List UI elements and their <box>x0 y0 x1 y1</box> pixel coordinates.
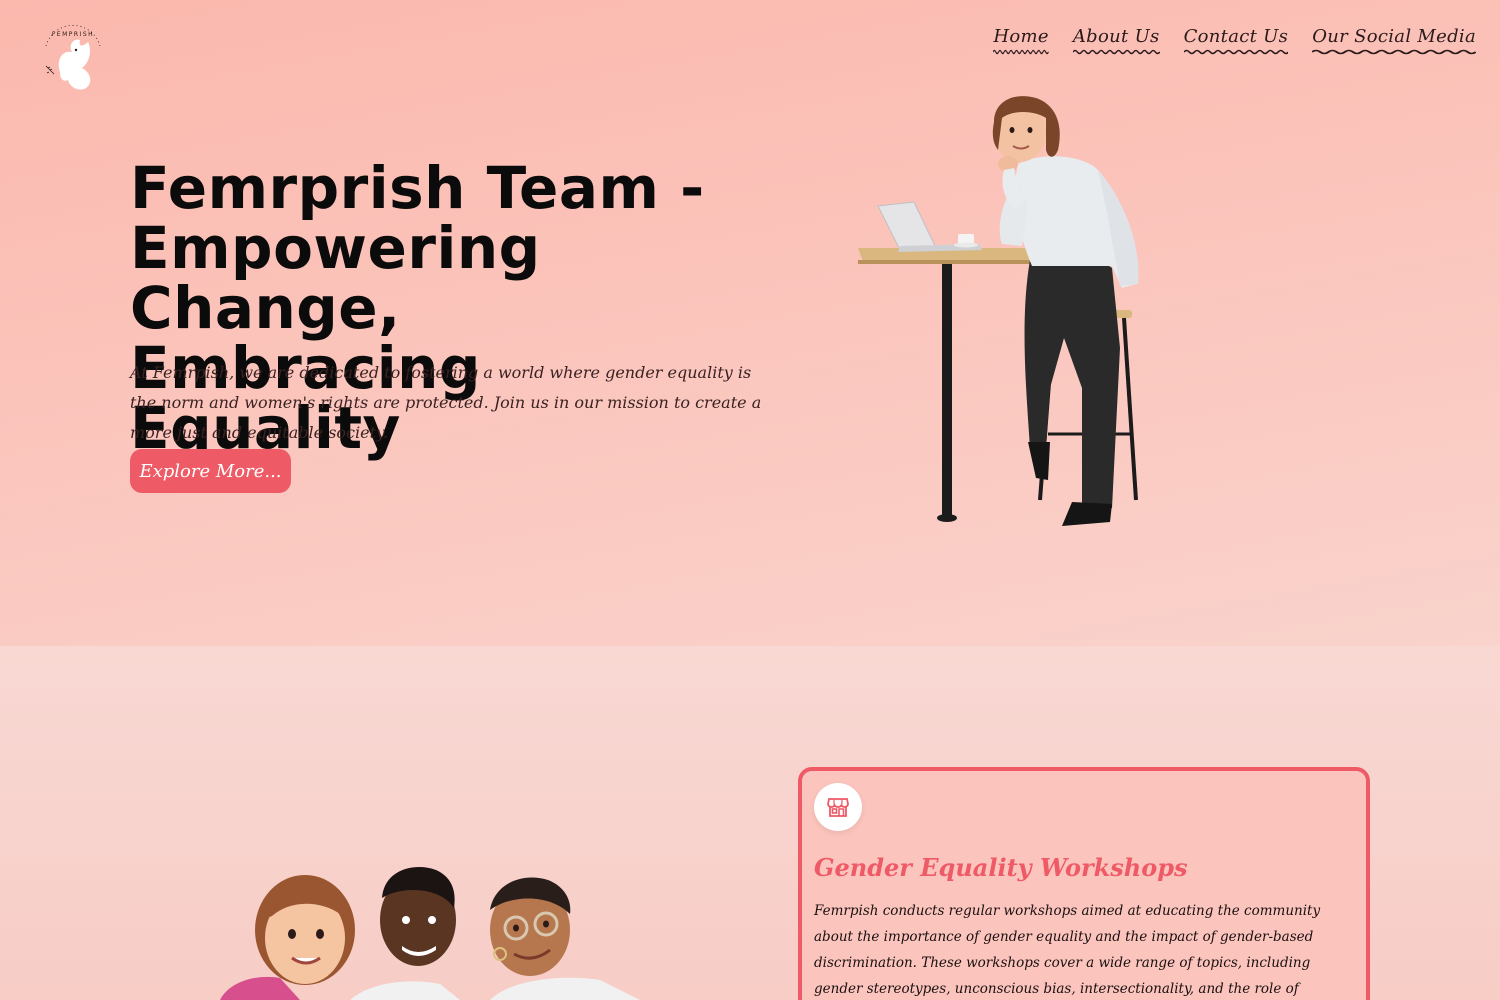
workshop-card: Gender Equality Workshops Femrpish condu… <box>798 767 1370 1000</box>
brand-logo[interactable]: FEMPRISH <box>38 22 108 94</box>
team-illustration <box>200 850 660 1000</box>
explore-more-button[interactable]: Explore More... <box>130 449 291 493</box>
hero-title-line: Empowering Change, <box>130 214 541 342</box>
logo-text: FEMPRISH <box>52 31 94 38</box>
team-members-illustration <box>220 867 640 1000</box>
hero-title-line: Femrprish Team - <box>130 154 705 222</box>
nav-home[interactable]: Home <box>993 26 1049 55</box>
nav-contact[interactable]: Contact Us <box>1183 26 1289 55</box>
nav-contact-label: Contact Us <box>1183 26 1289 47</box>
dove-icon: FEMPRISH <box>45 25 101 90</box>
nav-social-label: Our Social Media <box>1312 26 1476 47</box>
store-icon <box>827 798 849 817</box>
main-nav: Home About Us Contact Us Our Social Medi… <box>993 26 1476 55</box>
woman-with-laptop-illustration <box>858 96 1139 526</box>
card-icon-badge <box>814 783 862 831</box>
wave-underline <box>1312 49 1476 55</box>
nav-about[interactable]: About Us <box>1072 26 1160 55</box>
hero-description: At Femrpish, we are dedicated to fosteri… <box>130 363 762 442</box>
card-title: Gender Equality Workshops <box>814 853 1188 882</box>
nav-social[interactable]: Our Social Media <box>1312 26 1476 55</box>
card-text: Femrpish conducts regular workshops aime… <box>814 903 1321 997</box>
wave-underline <box>993 49 1049 55</box>
nav-home-label: Home <box>993 26 1049 47</box>
wave-underline <box>1183 49 1289 55</box>
hero-illustration <box>850 88 1160 558</box>
nav-about-label: About Us <box>1072 26 1160 47</box>
wave-underline <box>1072 49 1160 55</box>
